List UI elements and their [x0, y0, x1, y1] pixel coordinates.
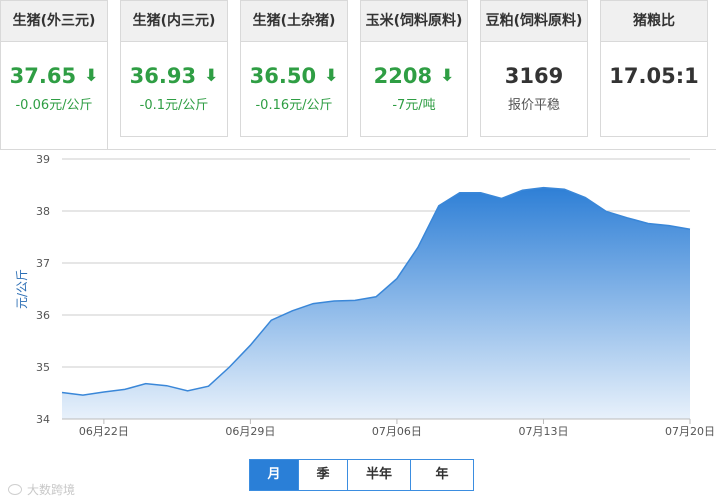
down-arrow-icon: ⬇ — [324, 66, 339, 86]
card-change: -7元/吨 — [392, 98, 436, 113]
price-area-chart: 34 35 36 37 38 39 06月22日 06月29日 07月06日 07月13日 07月2… — [15, 153, 715, 438]
data-point — [542, 186, 544, 188]
data-point — [375, 296, 377, 298]
card-title: 生猪(外三元) — [1, 1, 107, 42]
data-point — [417, 246, 419, 248]
data-point — [124, 388, 126, 390]
data-point — [689, 228, 691, 230]
data-point — [626, 217, 628, 219]
data-point — [333, 300, 335, 302]
watermark: 大数跨境 — [8, 481, 75, 498]
data-point — [480, 192, 482, 194]
data-point — [354, 299, 356, 301]
period-tabs: 月 季 半年 年 — [249, 459, 474, 491]
data-point — [605, 210, 607, 212]
x-tick-label: 07月06日 — [372, 425, 422, 438]
y-tick-label: 39 — [36, 153, 50, 166]
down-arrow-icon: ⬇ — [440, 66, 455, 86]
card-price: 36.93 ⬇ — [129, 64, 219, 88]
card-price: 37.65 ⬇ — [9, 64, 99, 88]
data-point — [668, 224, 670, 226]
x-tick-label: 07月13日 — [518, 425, 568, 438]
data-point — [563, 188, 565, 190]
data-point — [584, 196, 586, 198]
data-point — [166, 385, 168, 387]
card-pig-grain-ratio[interactable]: 猪粮比 17.05:1 — [600, 0, 708, 137]
card-pig-waisanyuan[interactable]: 生猪(外三元) 37.65 ⬇ -0.06元/公斤 — [0, 0, 108, 150]
card-change: 报价平稳 — [507, 98, 560, 113]
card-pig-tuzazhu[interactable]: 生猪(土杂猪) 36.50 ⬇ -0.16元/公斤 — [240, 0, 348, 137]
card-price: 3169 — [504, 64, 564, 88]
tab-quarter[interactable]: 季 — [299, 459, 348, 491]
data-point — [459, 192, 461, 194]
card-change: -0.06元/公斤 — [15, 98, 93, 113]
card-change: -0.1元/公斤 — [139, 98, 209, 113]
data-point — [291, 310, 293, 312]
y-tick-label: 37 — [36, 257, 50, 270]
data-point — [82, 394, 84, 396]
card-corn[interactable]: 玉米(饲料原料) 2208 ⬇ -7元/吨 — [360, 0, 468, 137]
card-pig-neisanyuan[interactable]: 生猪(内三元) 36.93 ⬇ -0.1元/公斤 — [120, 0, 228, 137]
card-price: 2208 ⬇ — [373, 64, 455, 88]
data-point — [270, 319, 272, 321]
price-cards: 生猪(外三元) 37.65 ⬇ -0.06元/公斤 生猪(内三元) 36.93 ⬇ … — [0, 0, 716, 150]
chart-area: 34 35 36 37 38 39 06月22日 06月29日 07月06日 07月13日 07月2… — [0, 149, 716, 503]
x-tick-label: 07月20日 — [665, 425, 715, 438]
data-point — [396, 277, 398, 279]
down-arrow-icon: ⬇ — [204, 66, 219, 86]
data-point — [521, 189, 523, 191]
card-change: -0.16元/公斤 — [255, 98, 333, 113]
data-point — [103, 391, 105, 393]
card-price: 17.05:1 — [609, 64, 699, 88]
y-tick-label: 34 — [36, 413, 50, 426]
y-tick-label: 35 — [36, 361, 50, 374]
card-title: 生猪(内三元) — [121, 1, 227, 42]
watermark-text: 大数跨境 — [27, 483, 76, 497]
tab-half-year[interactable]: 半年 — [348, 459, 411, 491]
tab-month[interactable]: 月 — [249, 459, 299, 491]
data-point — [500, 197, 502, 199]
weibo-icon — [8, 484, 22, 495]
data-point — [207, 385, 209, 387]
x-tick-label: 06月29日 — [225, 425, 275, 438]
y-tick-label: 38 — [36, 205, 50, 218]
data-point — [312, 302, 314, 304]
card-title: 猪粮比 — [601, 1, 707, 42]
data-point — [61, 391, 63, 393]
data-point — [145, 382, 147, 384]
data-point — [647, 222, 649, 224]
card-title: 生猪(土杂猪) — [241, 1, 347, 42]
data-point — [186, 390, 188, 392]
data-point — [438, 205, 440, 207]
y-axis-label: 元/公斤 — [15, 269, 29, 309]
data-point — [228, 366, 230, 368]
x-tick-label: 06月22日 — [79, 425, 129, 438]
card-title: 豆粕(饲料原料) — [481, 1, 587, 42]
card-price: 36.50 ⬇ — [249, 64, 339, 88]
down-arrow-icon: ⬇ — [84, 66, 99, 86]
data-point — [249, 344, 251, 346]
y-tick-label: 36 — [36, 309, 50, 322]
tab-year[interactable]: 年 — [411, 459, 474, 491]
card-soymeal[interactable]: 豆粕(饲料原料) 3169 报价平稳 — [480, 0, 588, 137]
card-title: 玉米(饲料原料) — [361, 1, 467, 42]
